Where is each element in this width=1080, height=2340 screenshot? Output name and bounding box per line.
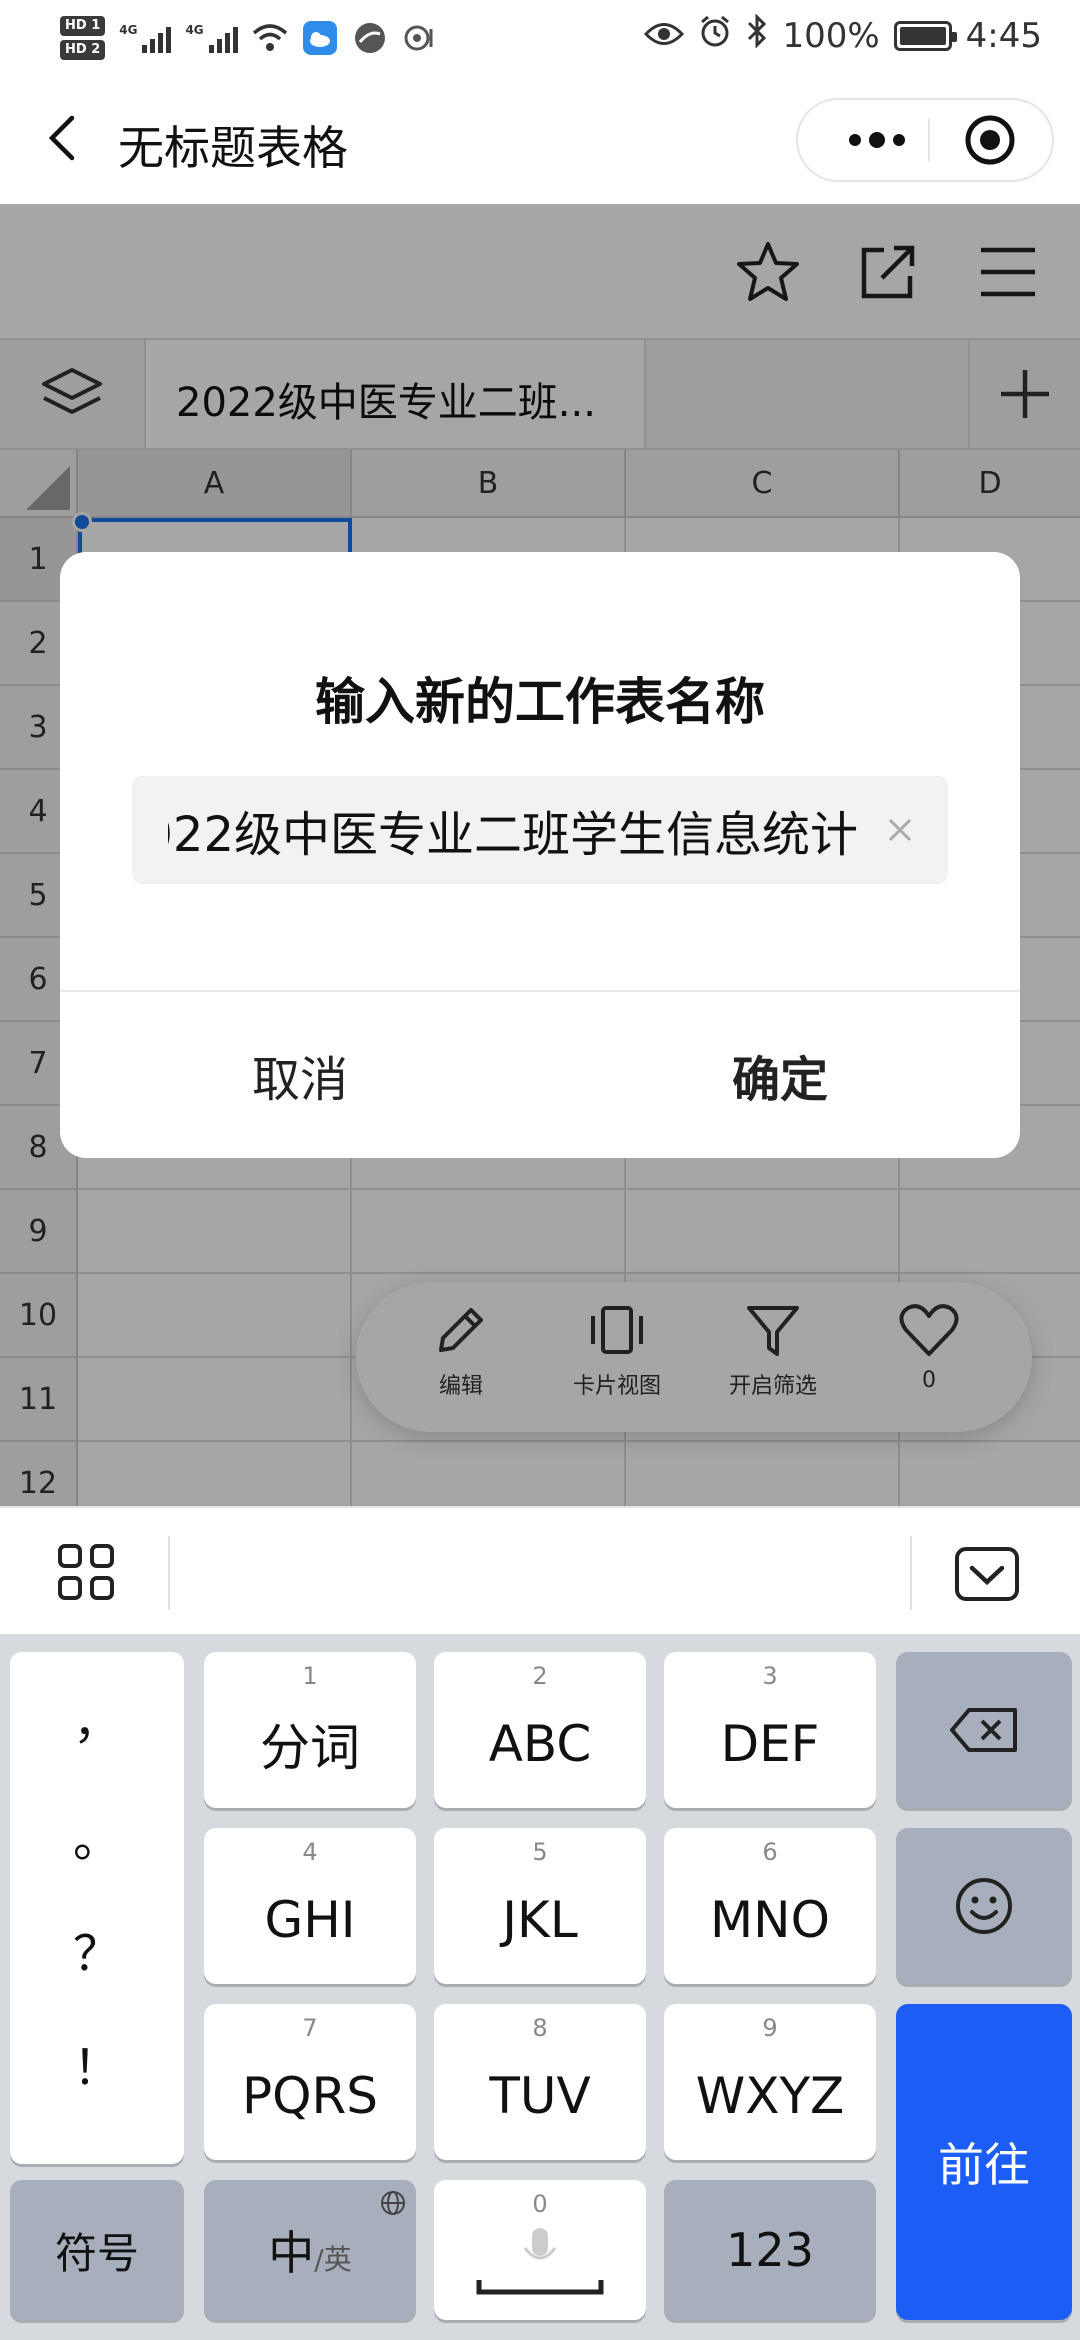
battery-icon — [893, 20, 957, 51]
key-label: 分词 — [260, 1719, 360, 1777]
page-title: 无标题表格 — [118, 121, 348, 175]
key-label: TUV — [489, 2067, 591, 2125]
key-number: 8 — [532, 2014, 548, 2042]
key-number: 0 — [532, 2190, 548, 2218]
punctuation-question[interactable]: ？ — [10, 1914, 184, 1984]
key-6[interactable]: 6 MNO — [664, 1828, 876, 1984]
key-3[interactable]: 3 DEF — [664, 1652, 876, 1808]
bluetooth-icon — [746, 13, 768, 57]
network-type-2: 4G — [185, 23, 204, 37]
more-dots-icon — [849, 132, 905, 148]
key-number: 9 — [762, 2014, 778, 2042]
status-bar: HD 1 HD 2 4G 4G 100% 4:45 — [0, 0, 1080, 76]
lang-main: 中 — [268, 2226, 315, 2280]
microphone-space-icon — [476, 2228, 604, 2295]
clear-input-button[interactable] — [876, 806, 924, 854]
key-number: 5 — [532, 1838, 548, 1866]
punctuation-column[interactable]: ， 。 ？ ！ — [10, 1652, 184, 2164]
key-number: 3 — [762, 1662, 778, 1690]
grid-icon — [58, 1544, 114, 1600]
miniapp-capsule — [796, 98, 1054, 182]
chevron-left-icon — [48, 115, 75, 161]
key-label: WXYZ — [695, 2067, 845, 2125]
punctuation-comma[interactable]: ， — [10, 1682, 184, 1752]
key-number: 2 — [532, 1662, 548, 1690]
go-key[interactable]: 前往 — [896, 2004, 1072, 2320]
ime-keyboard: ， 。 ？ ！ 1 分词 2 ABC 3 DEF 4 GHI 5 JKL 6 MNO 7 PQ… — [0, 1634, 1080, 2340]
key-label: MNO — [710, 1891, 830, 1949]
symbols-key[interactable]: 符号 — [10, 2180, 184, 2320]
key-5[interactable]: 5 JKL — [434, 1828, 646, 1984]
key-8[interactable]: 8 TUV — [434, 2004, 646, 2160]
punctuation-period[interactable]: 。 — [10, 1800, 184, 1870]
eye-comfort-icon — [644, 16, 685, 56]
key-2[interactable]: 2 ABC — [434, 1652, 646, 1808]
key-4[interactable]: 4 GHI — [204, 1828, 416, 1984]
clock: 4:45 — [965, 15, 1042, 56]
signal-1-icon: 4G — [119, 23, 172, 53]
toolbar-divider — [910, 1536, 912, 1610]
app-icon — [352, 20, 388, 56]
key-number: 1 — [302, 1662, 318, 1690]
key-label: JKL — [502, 1891, 578, 1949]
key-number: 7 — [302, 2014, 318, 2042]
sheet-name-field[interactable] — [132, 776, 948, 884]
cancel-button[interactable]: 取消 — [60, 992, 540, 1158]
space-key[interactable]: 0 — [434, 2180, 646, 2320]
key-1[interactable]: 1 分词 — [204, 1652, 416, 1808]
keyboard-menu-button[interactable] — [56, 1542, 116, 1602]
language-switch-key[interactable]: 中/英 — [204, 2180, 416, 2320]
hide-keyboard-button[interactable] — [954, 1546, 1020, 1602]
confirm-button[interactable]: 确定 — [540, 992, 1020, 1158]
target-icon — [965, 115, 1015, 165]
punctuation-exclaim[interactable]: ！ — [10, 2028, 184, 2098]
key-number: 4 — [302, 1838, 318, 1866]
rename-sheet-dialog: 输入新的工作表名称 取消 确定 — [60, 552, 1020, 1158]
close-icon — [888, 818, 912, 842]
weather-app-icon — [302, 20, 338, 56]
key-label: PQRS — [242, 2067, 378, 2125]
key-label: ABC — [488, 1715, 592, 1773]
back-button[interactable] — [30, 106, 94, 170]
lang-alt: /英 — [314, 2243, 352, 2276]
nfc-icon — [402, 20, 438, 56]
backspace-icon — [950, 1708, 1017, 1752]
key-label: DEF — [720, 1715, 820, 1773]
numbers-key[interactable]: 123 — [664, 2180, 876, 2320]
dialog-title: 输入新的工作表名称 — [315, 673, 765, 731]
emoji-icon — [956, 1878, 1012, 1934]
backspace-key[interactable] — [896, 1652, 1072, 1808]
wifi-icon — [252, 20, 288, 56]
signal-2-icon: 4G — [185, 23, 238, 53]
alarm-icon — [698, 14, 732, 57]
network-type-1: 4G — [119, 23, 138, 37]
keyboard-hide-icon — [955, 1547, 1019, 1601]
hd2-badge: HD 2 — [60, 40, 106, 60]
hd-indicator: HD 1 HD 2 — [60, 16, 106, 60]
key-label: GHI — [264, 1891, 356, 1949]
key-number: 6 — [762, 1838, 778, 1866]
key-9[interactable]: 9 WXYZ — [664, 2004, 876, 2160]
globe-icon — [381, 2191, 405, 2215]
keyboard-toolbar — [0, 1506, 1080, 1634]
sheet-name-input[interactable] — [168, 776, 858, 884]
capsule-divider — [928, 118, 930, 162]
battery-percent: 100% — [782, 15, 880, 56]
emoji-key[interactable] — [896, 1828, 1072, 1984]
hd1-badge: HD 1 — [60, 16, 106, 36]
close-miniapp-button[interactable] — [960, 112, 1020, 168]
app-header: 无标题表格 — [0, 76, 1080, 204]
key-7[interactable]: 7 PQRS — [204, 2004, 416, 2160]
toolbar-divider — [168, 1536, 170, 1610]
more-button[interactable] — [834, 100, 920, 180]
